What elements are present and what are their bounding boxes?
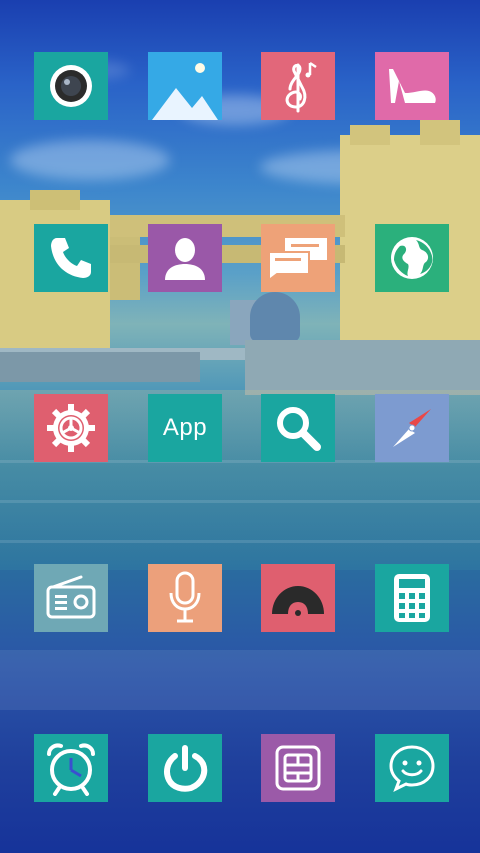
contacts-icon xyxy=(165,238,205,280)
music-app[interactable] xyxy=(261,52,335,120)
sim-toolkit-app[interactable] xyxy=(261,734,335,802)
calculator-icon xyxy=(394,574,430,622)
gallery-icon xyxy=(152,63,218,120)
gallery-app[interactable] xyxy=(148,52,222,120)
messages-app[interactable] xyxy=(261,224,335,292)
alarm-clock-icon xyxy=(47,743,95,796)
chat-smiley-icon xyxy=(389,745,435,793)
camera-icon xyxy=(50,65,92,107)
music-player-app[interactable] xyxy=(261,564,335,632)
power-icon xyxy=(164,745,208,792)
compass-app[interactable] xyxy=(375,394,449,462)
settings-gear-icon xyxy=(47,404,95,452)
high-heel-icon xyxy=(389,69,436,103)
phone-icon xyxy=(51,238,91,278)
home-screen: App xyxy=(0,0,480,853)
phone-app[interactable] xyxy=(34,224,108,292)
music-icon xyxy=(285,61,317,113)
fashion-app[interactable] xyxy=(375,52,449,120)
globe-icon xyxy=(391,237,433,279)
settings-app[interactable] xyxy=(34,394,108,462)
contacts-app[interactable] xyxy=(148,224,222,292)
messages-icon xyxy=(268,238,327,282)
browser-app[interactable] xyxy=(375,224,449,292)
chat-app[interactable] xyxy=(375,734,449,802)
search-icon xyxy=(277,407,321,451)
app-store-app[interactable]: App xyxy=(148,394,222,462)
compass-icon xyxy=(393,409,431,447)
microphone-icon xyxy=(169,571,201,623)
camera-app[interactable] xyxy=(34,52,108,120)
radio-app[interactable] xyxy=(34,564,108,632)
radio-icon xyxy=(46,575,96,619)
sim-card-icon xyxy=(275,745,321,791)
power-app[interactable] xyxy=(148,734,222,802)
calculator-app[interactable] xyxy=(375,564,449,632)
app-store-label: App xyxy=(162,414,208,441)
voice-recorder-app[interactable] xyxy=(148,564,222,632)
vinyl-record-icon xyxy=(272,586,324,616)
clock-app[interactable] xyxy=(34,734,108,802)
search-app[interactable] xyxy=(261,394,335,462)
